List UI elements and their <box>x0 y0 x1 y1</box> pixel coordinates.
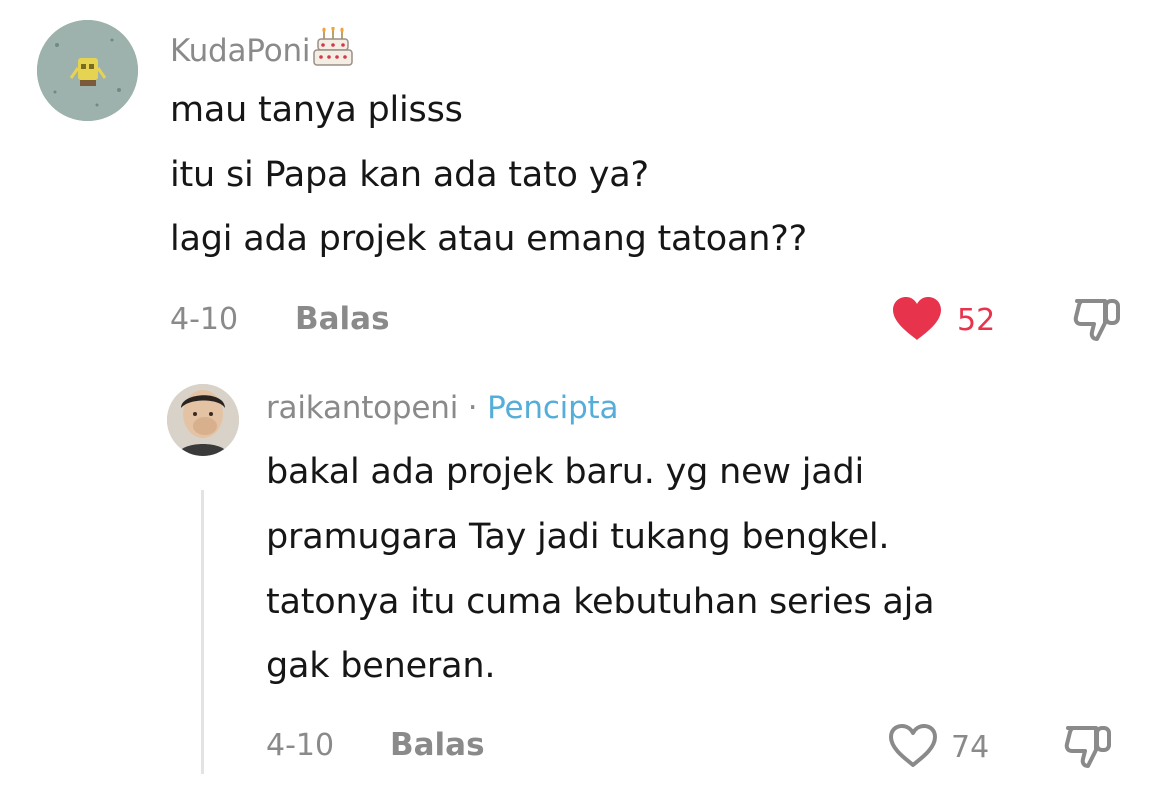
like-count: 52 <box>957 303 996 338</box>
birthday-cake-icon <box>312 26 354 75</box>
reply-text-line: tatonya itu cuma kebutuhan series aja <box>266 582 935 622</box>
like-count: 74 <box>951 730 990 765</box>
reply-text-line: bakal ada projek baru. yg new jadi <box>266 452 865 492</box>
heart-filled-icon <box>893 297 941 340</box>
dislike-button[interactable] <box>1073 295 1125 347</box>
commenter-avatar[interactable] <box>37 20 138 121</box>
thumbs-down-icon <box>1064 726 1111 768</box>
like-button[interactable] <box>891 296 943 346</box>
reply-text-line: gak beneran. <box>266 646 496 686</box>
comment-text-line: mau tanya plisss <box>170 90 463 130</box>
reply-username-row: raikantopeni · Pencipta <box>266 390 619 426</box>
reply-button[interactable]: Balas <box>295 301 390 337</box>
comment-date: 4-10 <box>170 302 239 337</box>
reply-username[interactable]: raikantopeni <box>266 390 458 426</box>
replier-avatar[interactable] <box>167 384 239 456</box>
comment-username[interactable]: KudaPoni <box>170 26 354 75</box>
comment-text-line: itu si Papa kan ada tato ya? <box>170 155 649 195</box>
avatar-image <box>37 20 138 121</box>
dislike-button[interactable] <box>1064 722 1116 774</box>
like-button[interactable] <box>887 723 939 773</box>
reply-button[interactable]: Balas <box>390 727 485 763</box>
username-text[interactable]: KudaPoni <box>170 33 311 69</box>
reply-date: 4-10 <box>266 728 335 763</box>
username-separator: · <box>458 390 488 426</box>
avatar-image <box>167 384 239 456</box>
thumbs-down-icon <box>1073 299 1120 341</box>
comment-text-line: lagi ada projek atau emang tatoan?? <box>170 219 807 259</box>
creator-badge: Pencipta <box>487 390 619 426</box>
reply-thread-line <box>201 490 204 774</box>
heart-outline-icon <box>889 724 937 767</box>
reply-text-line: pramugara Tay jadi tukang bengkel. <box>266 517 890 557</box>
